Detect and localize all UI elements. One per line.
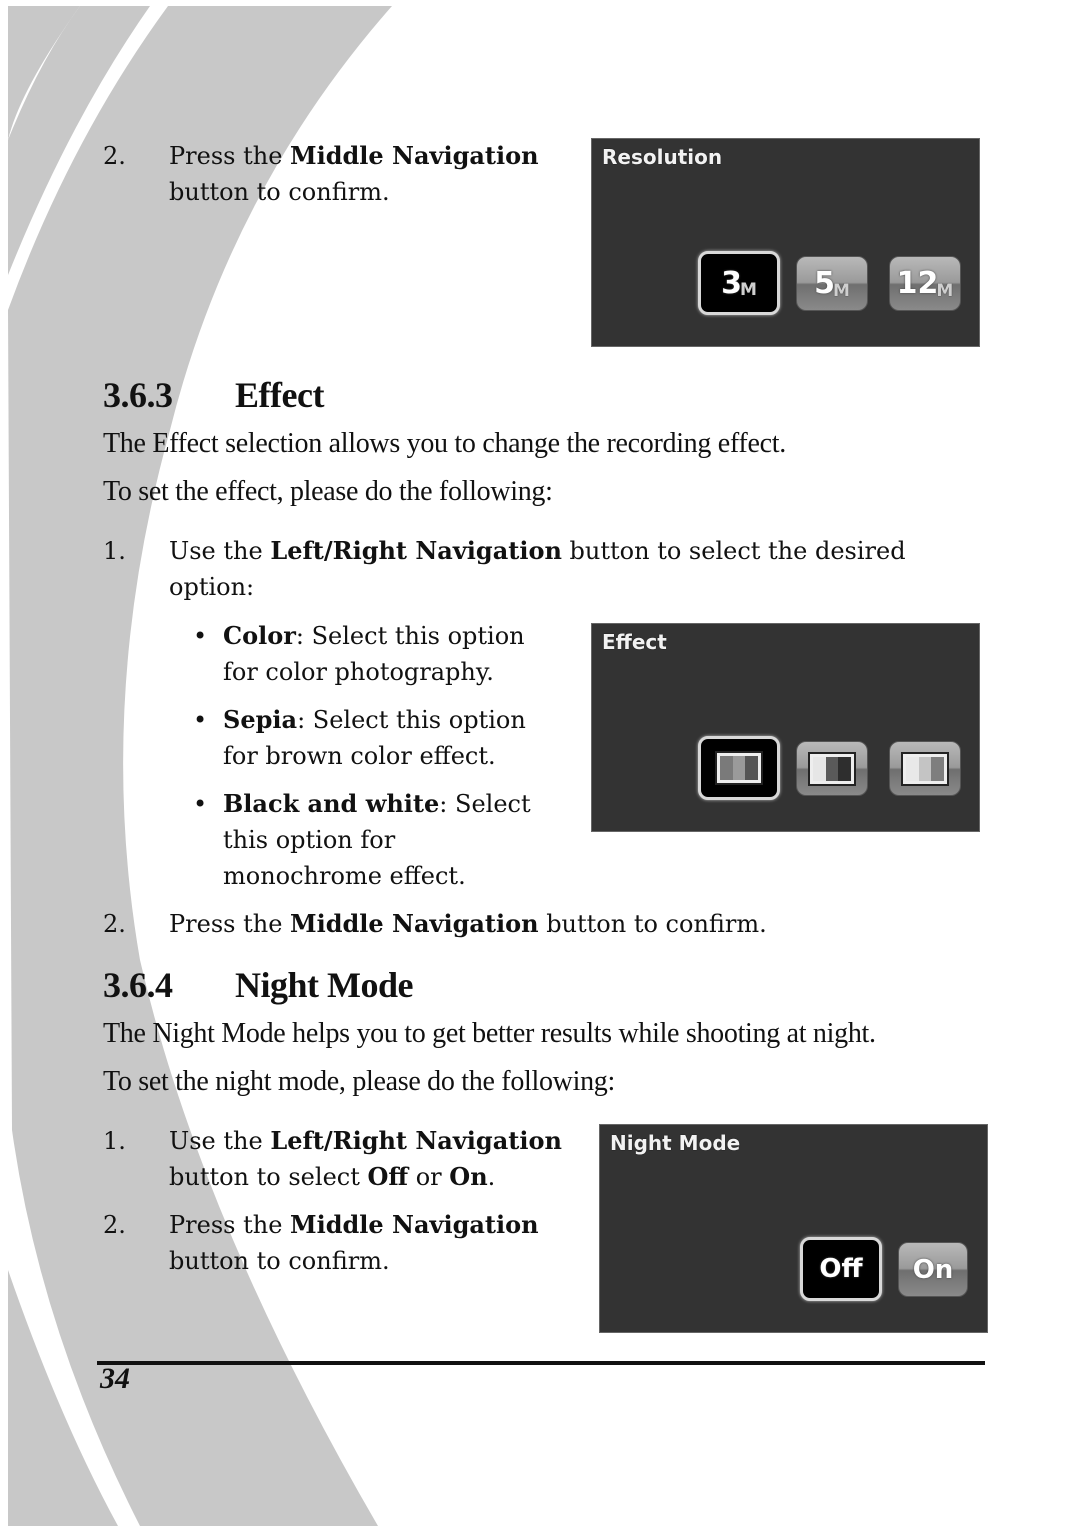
option-unit: M: [936, 280, 954, 301]
effect-intro: The Effect selection allows you to chang…: [103, 428, 786, 459]
step-bold: Left/Right Navigation: [270, 1126, 562, 1155]
section-title: Night Mode: [235, 965, 414, 1005]
step-text: Use the: [169, 1127, 271, 1155]
option-unit: M: [739, 280, 757, 300]
effect-option-sepia[interactable]: [796, 741, 868, 796]
step-text: Press the: [169, 1211, 291, 1239]
step-text-line2: button to confirm.: [169, 178, 390, 206]
step-text-line2: button to select: [169, 1163, 368, 1191]
bullet-text-line2: this option for: [223, 826, 396, 854]
bullet-icon: •: [193, 706, 208, 734]
step-bold: Middle Navigation: [290, 909, 539, 938]
resolution-option-3m[interactable]: 3M: [698, 251, 780, 315]
sepia-effect-icon: [808, 751, 856, 786]
bullet-text-line2: for color photography.: [223, 658, 494, 686]
section-number: 3.6.4: [103, 965, 173, 1005]
resolution-option-12m[interactable]: 12 M: [889, 256, 961, 311]
section-title: Effect: [235, 375, 324, 415]
option-unit: M: [832, 280, 850, 301]
bullet-bold: Black and white: [223, 789, 440, 818]
effect-instruction: To set the effect, please do the followi…: [103, 476, 553, 507]
night-instruction: To set the night mode, please do the fol…: [103, 1066, 615, 1097]
step-text-line2: option:: [169, 573, 255, 601]
page-number: 34: [100, 1362, 130, 1395]
step-number: 1.: [103, 537, 126, 565]
period-text: .: [487, 1163, 496, 1191]
step-text-post: button to select the desired: [561, 537, 906, 565]
step-text: Press the: [169, 910, 291, 938]
off-bold: Off: [367, 1162, 409, 1191]
effect-option-black-and-white[interactable]: [889, 741, 961, 796]
effect-option-color[interactable]: [698, 736, 780, 800]
step-bold: Middle Navigation: [290, 141, 539, 170]
night-step-1: 1. Use the Left/Right Navigation button …: [103, 1123, 593, 1199]
step-bold: Middle Navigation: [290, 1210, 539, 1239]
screen-title: Resolution: [602, 145, 723, 169]
effect-screen: Effect: [591, 623, 980, 832]
bullet-icon: •: [193, 622, 208, 650]
screen-title: Night Mode: [610, 1131, 741, 1155]
night-mode-screen: Night Mode Off On: [599, 1124, 988, 1333]
option-value: 5: [814, 266, 835, 301]
bullet-bold: Color: [223, 621, 296, 650]
section-heading-night-mode: 3.6.4 Night Mode: [103, 964, 803, 1008]
step-text-post: button to confirm.: [538, 910, 767, 938]
option-label: Off: [819, 1254, 863, 1284]
night-step-2: 2. Press the Middle Navigation button to…: [103, 1207, 593, 1283]
top-step-2: 2. Press the Middle Navigation button to…: [103, 138, 583, 218]
step-number: 1.: [103, 1127, 126, 1155]
night-intro: The Night Mode helps you to get better r…: [103, 1018, 876, 1049]
bullet-text: : Select this option: [297, 706, 526, 734]
step-text: Use the: [169, 537, 271, 565]
color-effect-icon: [715, 751, 763, 785]
bullet-text-line3: monochrome effect.: [223, 862, 466, 890]
bullet-text: : Select this option: [295, 622, 525, 650]
screen-title: Effect: [602, 630, 667, 654]
on-bold: On: [449, 1162, 488, 1191]
resolution-screen: Resolution 3M 5M 12 M: [591, 138, 980, 347]
option-value: 12: [896, 266, 939, 301]
resolution-option-5m[interactable]: 5M: [796, 256, 868, 311]
effect-step-1: 1. Use the Left/Right Navigation button …: [103, 533, 983, 609]
step-bold: Left/Right Navigation: [270, 536, 562, 565]
step-number: 2.: [103, 1211, 126, 1239]
effect-step-2: 2. Press the Middle Navigation button to…: [103, 906, 983, 946]
or-text: or: [408, 1163, 450, 1191]
bw-effect-icon: [901, 751, 949, 786]
step-text: Press the: [169, 142, 291, 170]
section-heading-effect: 3.6.3 Effect: [103, 374, 803, 418]
option-label: On: [912, 1254, 954, 1285]
night-option-on[interactable]: On: [898, 1242, 968, 1297]
bullet-text: : Select: [439, 790, 531, 818]
footer-rule: [97, 1361, 985, 1365]
bullet-bold: Sepia: [223, 705, 298, 734]
step-number: 2.: [103, 142, 126, 170]
effect-bullet-list: • Color: Select this option for color ph…: [103, 618, 573, 898]
night-option-off[interactable]: Off: [800, 1237, 882, 1301]
section-number: 3.6.3: [103, 375, 173, 415]
bullet-icon: •: [193, 790, 208, 818]
bullet-text-line2: for brown color effect.: [223, 742, 496, 770]
step-text-line2: button to confirm.: [169, 1247, 390, 1275]
step-number: 2.: [103, 910, 126, 938]
option-value: 3: [721, 265, 742, 301]
